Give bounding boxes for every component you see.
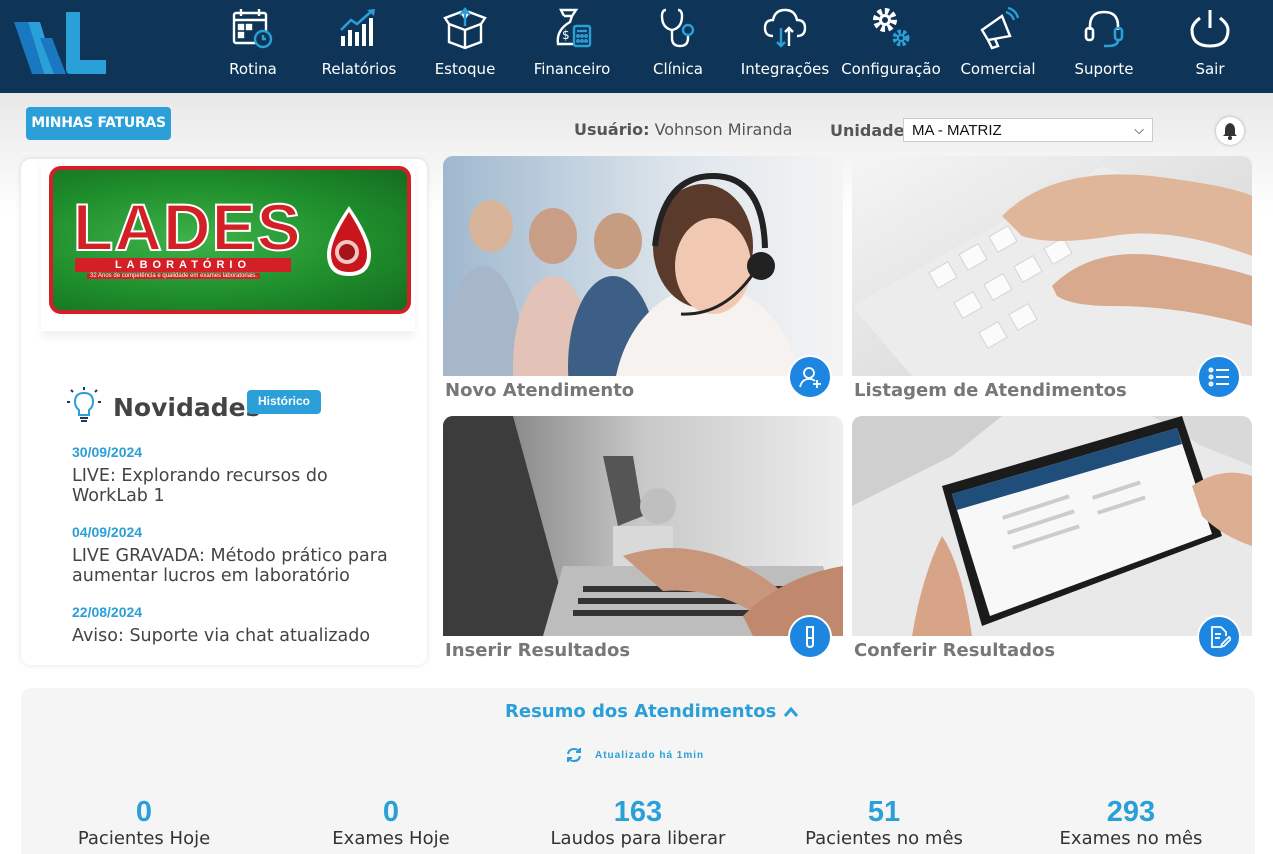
- list-icon: [1208, 367, 1229, 387]
- news-text: Aviso: Suporte via chat atualizado: [72, 626, 371, 646]
- nav-label: Suporte: [1074, 60, 1134, 78]
- stat-value: 293: [1106, 796, 1156, 828]
- stethoscope-icon: [660, 8, 695, 48]
- historico-button[interactable]: Histórico: [247, 390, 321, 414]
- refresh-icon[interactable]: [566, 747, 582, 763]
- nav-label: Rotina: [229, 60, 277, 78]
- resumo-toggle[interactable]: Resumo dos Atendimentos: [505, 701, 799, 722]
- updated-timestamp: Atualizado há 1min: [595, 750, 705, 761]
- lades-logo-name: LADES: [72, 190, 302, 264]
- stat-label: Exames Hoje: [332, 828, 450, 849]
- worklab-logo[interactable]: [10, 8, 110, 78]
- stat-exames-mes: 293 Exames no mês: [1016, 796, 1246, 849]
- nav-label: Comercial: [960, 60, 1036, 78]
- bar-chart-icon: [340, 9, 375, 46]
- notifications-button[interactable]: [1216, 117, 1244, 145]
- news-date: 22/08/2024: [72, 604, 143, 620]
- usuario-label: Usuário:: [574, 120, 650, 139]
- test-tube-icon: [806, 626, 814, 649]
- nav-integracoes[interactable]: Integrações: [732, 0, 838, 93]
- nav-label: Clínica: [653, 60, 703, 78]
- nav-financeiro[interactable]: $ Financeiro: [519, 0, 625, 93]
- news-date: 30/09/2024: [72, 444, 143, 460]
- check-document-icon: [1211, 626, 1231, 649]
- nav-comercial[interactable]: Comercial: [945, 0, 1051, 93]
- add-user-button[interactable]: [788, 355, 832, 399]
- megaphone-icon: [980, 6, 1020, 50]
- stat-value: 0: [135, 796, 153, 828]
- news-text: LIVE: Explorando recursos do WorkLab 1: [72, 466, 328, 506]
- cloud-sync-icon: [763, 8, 807, 48]
- nav-label: Estoque: [434, 60, 496, 78]
- check-document-button[interactable]: [1197, 615, 1241, 659]
- stat-label: Exames no mês: [1059, 828, 1203, 849]
- user-info: Usuário: Vohnson Miranda: [574, 120, 792, 139]
- novidades-title: Novidades: [113, 393, 261, 422]
- minhas-faturas-button[interactable]: MINHAS FATURAS: [26, 107, 171, 140]
- nav-rotina[interactable]: Rotina: [200, 0, 306, 93]
- nav-clinica[interactable]: Clínica: [625, 0, 731, 93]
- news-date: 04/09/2024: [72, 524, 143, 540]
- nav-suporte[interactable]: Suporte: [1051, 0, 1157, 93]
- nav-configuracao[interactable]: Configuração: [838, 0, 944, 93]
- tile-label: Inserir Resultados: [445, 640, 631, 661]
- nav-label: Financeiro: [533, 60, 611, 78]
- stat-value: 0: [382, 796, 400, 828]
- unidade-label: Unidade:: [830, 121, 911, 140]
- nav-label: Integrações: [740, 60, 830, 78]
- chevron-down-icon: ⌵: [1134, 122, 1144, 137]
- bell-icon: [1223, 123, 1237, 140]
- stat-label: Laudos para liberar: [550, 828, 726, 849]
- resumo-panel: Resumo dos Atendimentos Atualizado há 1m…: [21, 688, 1255, 854]
- unidade-select[interactable]: MA - MATRIZ ⌵: [903, 118, 1153, 142]
- tile-label: Conferir Resultados: [854, 640, 1056, 661]
- lades-logo-subtitle: LABORATÓRIO: [75, 258, 291, 272]
- resumo-title: Resumo dos Atendimentos: [505, 701, 777, 722]
- calendar-icon: [232, 9, 273, 49]
- list-button[interactable]: [1197, 355, 1241, 399]
- stat-value: 163: [613, 796, 663, 828]
- tablet-photo: [852, 416, 1252, 636]
- stat-pacientes-mes: 51 Pacientes no mês: [769, 796, 999, 849]
- lades-logo-tagline: 32 Anos de competência e qualidade em ex…: [87, 273, 261, 279]
- tile-label: Listagem de Atendimentos: [854, 380, 1127, 401]
- nav-sair[interactable]: Sair: [1157, 0, 1263, 93]
- nav-estoque[interactable]: Estoque: [412, 0, 518, 93]
- tile-label: Novo Atendimento: [445, 380, 635, 401]
- stat-pacientes-hoje: 0 Pacientes Hoje: [29, 796, 259, 849]
- usuario-name: Vohnson Miranda: [654, 120, 793, 139]
- nav-label: Relatórios: [321, 60, 397, 78]
- news-item[interactable]: 22/08/2024 Aviso: Suporte via chat atual…: [72, 604, 402, 646]
- blood-drop-icon: [327, 206, 371, 276]
- nav-label: Configuração: [841, 60, 941, 78]
- test-tube-button[interactable]: [788, 615, 832, 659]
- lades-logo: LADES LABORATÓRIO 32 Anos de competência…: [49, 166, 411, 314]
- unidade-value: MA - MATRIZ: [912, 122, 1002, 139]
- add-user-icon: [799, 367, 821, 388]
- news-item[interactable]: 04/09/2024 LIVE GRAVADA: Método prático …: [72, 524, 402, 586]
- top-navbar: Rotina Relatórios Estoque $ Financeiro C…: [0, 0, 1273, 93]
- news-item[interactable]: 30/09/2024 LIVE: Explorando recursos do …: [72, 444, 402, 506]
- call-center-photo: [443, 156, 843, 376]
- svg-text:$: $: [562, 28, 570, 42]
- box-icon: [443, 7, 487, 50]
- stat-laudos-liberar: 163 Laudos para liberar: [523, 796, 753, 849]
- nav-label: Sair: [1195, 60, 1225, 78]
- money-bag-icon: $: [556, 8, 592, 48]
- headset-icon: [1084, 10, 1124, 48]
- lightbulb-icon: [67, 387, 101, 422]
- gears-icon: [873, 8, 910, 47]
- stat-value: 51: [867, 796, 901, 828]
- microscope-laptop-photo: [443, 416, 843, 636]
- stat-label: Pacientes Hoje: [77, 828, 211, 849]
- nav-relatorios[interactable]: Relatórios: [306, 0, 412, 93]
- stat-exames-hoje: 0 Exames Hoje: [276, 796, 506, 849]
- chevron-up-icon: [783, 706, 798, 717]
- stat-label: Pacientes no mês: [805, 828, 963, 849]
- power-icon: [1190, 10, 1230, 48]
- news-text: LIVE GRAVADA: Método prático para aument…: [72, 546, 388, 586]
- novidades-card: LADES LABORATÓRIO 32 Anos de competência…: [21, 159, 427, 665]
- keyboard-photo: [852, 156, 1252, 376]
